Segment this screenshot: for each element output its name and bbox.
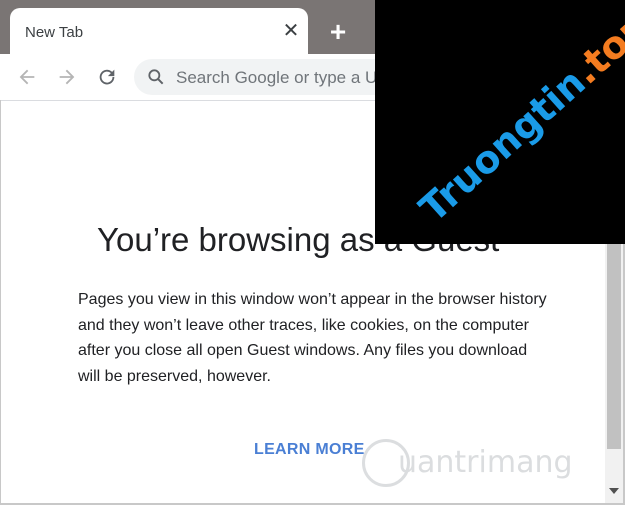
omnibox[interactable]: Search Google or type a U (134, 59, 394, 95)
tab-new-tab[interactable]: New Tab ✕ (10, 8, 308, 54)
new-tab-button[interactable]: + (324, 18, 352, 46)
forward-arrow-icon[interactable] (56, 66, 78, 88)
reload-icon[interactable] (96, 66, 118, 88)
tab-title: New Tab (25, 24, 84, 41)
watermark-main: Truongtin (411, 60, 594, 231)
bottom-watermark-text: uantrimang (398, 445, 573, 480)
guest-description: Pages you view in this window won’t appe… (78, 291, 547, 385)
toolbar: Search Google or type a U (0, 54, 394, 101)
tab-strip: New Tab ✕ + (0, 0, 375, 54)
scroll-down-arrow-icon[interactable] (609, 488, 619, 494)
vertical-scrollbar[interactable] (605, 244, 623, 503)
learn-more-link[interactable]: LEARN MORE (254, 441, 365, 459)
omnibox-placeholder: Search Google or type a U (176, 68, 378, 87)
scroll-thumb[interactable] (607, 244, 621, 449)
watermark-overlay: Truongtin.top (375, 0, 625, 244)
search-icon (146, 67, 166, 87)
back-arrow-icon[interactable] (16, 66, 38, 88)
close-icon[interactable]: ✕ (278, 18, 304, 44)
watermark-logo: Truongtin.top (411, 3, 625, 231)
window-border-left (0, 100, 1, 505)
browser-window: New Tab ✕ + Search Google or type a U Yo… (0, 0, 625, 505)
